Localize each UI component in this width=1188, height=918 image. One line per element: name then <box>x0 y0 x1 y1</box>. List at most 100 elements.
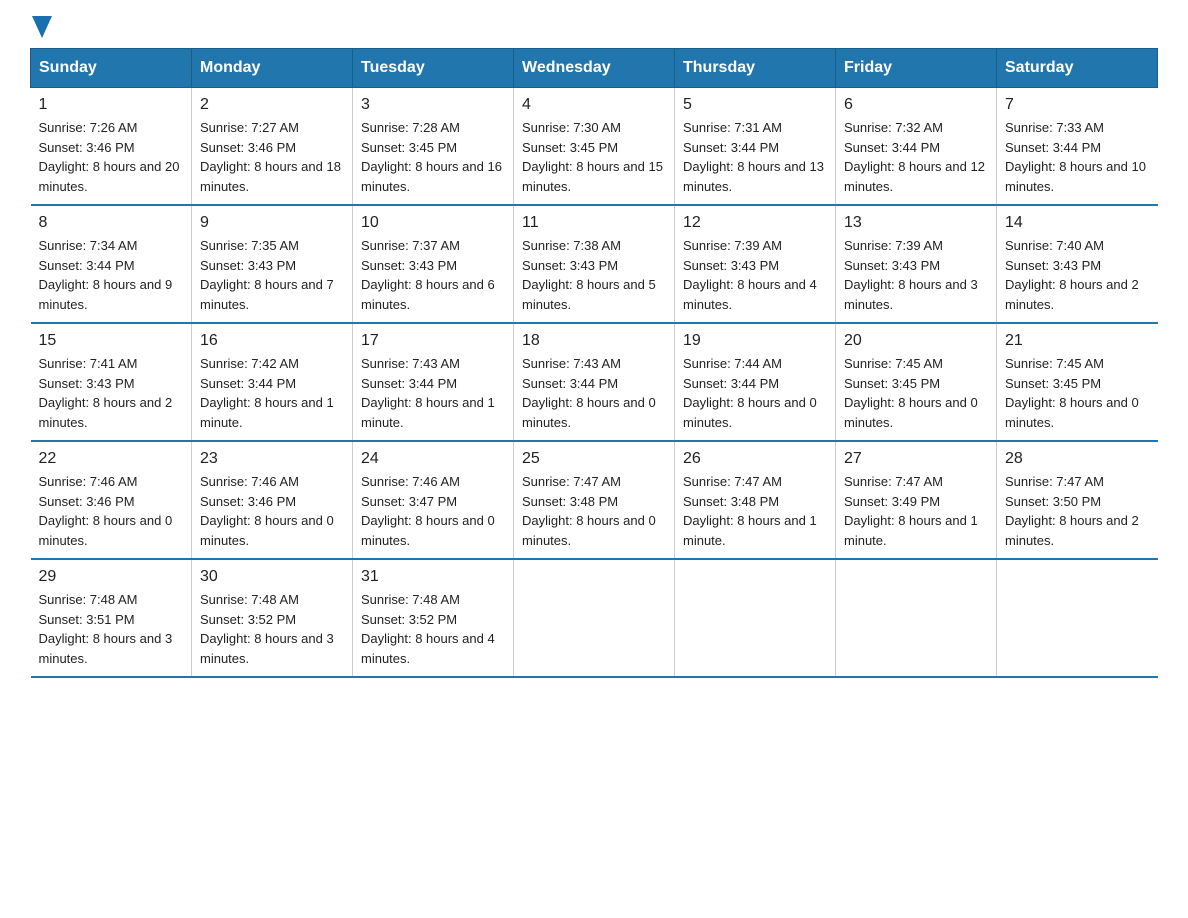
day-number: 15 <box>39 332 184 350</box>
day-info: Sunrise: 7:47 AMSunset: 3:49 PMDaylight:… <box>844 472 988 550</box>
day-number: 16 <box>200 332 344 350</box>
day-info: Sunrise: 7:42 AMSunset: 3:44 PMDaylight:… <box>200 354 344 432</box>
calendar-table: SundayMondayTuesdayWednesdayThursdayFrid… <box>30 48 1158 678</box>
day-info: Sunrise: 7:32 AMSunset: 3:44 PMDaylight:… <box>844 118 988 196</box>
day-info: Sunrise: 7:28 AMSunset: 3:45 PMDaylight:… <box>361 118 505 196</box>
day-info: Sunrise: 7:38 AMSunset: 3:43 PMDaylight:… <box>522 236 666 314</box>
calendar-cell: 8Sunrise: 7:34 AMSunset: 3:44 PMDaylight… <box>31 205 192 323</box>
calendar-cell: 27 Sunrise: 7:47 AMSunset: 3:49 PMDayligh… <box>836 441 997 559</box>
header-row: SundayMondayTuesdayWednesdayThursdayFrid… <box>31 49 1158 88</box>
calendar-cell <box>514 559 675 677</box>
day-info: Sunrise: 7:47 AMSunset: 3:48 PMDaylight:… <box>522 472 666 550</box>
calendar-cell: 4 Sunrise: 7:30 AMSunset: 3:45 PMDaylight… <box>514 88 675 206</box>
day-info: Sunrise: 7:46 AMSunset: 3:46 PMDaylight:… <box>200 472 344 550</box>
calendar-cell: 23 Sunrise: 7:46 AMSunset: 3:46 PMDayligh… <box>192 441 353 559</box>
day-info: Sunrise: 7:34 AMSunset: 3:44 PMDaylight:… <box>39 236 184 314</box>
calendar-cell: 2 Sunrise: 7:27 AMSunset: 3:46 PMDaylight… <box>192 88 353 206</box>
day-info: Sunrise: 7:47 AMSunset: 3:50 PMDaylight:… <box>1005 472 1150 550</box>
day-info: Sunrise: 7:43 AMSunset: 3:44 PMDaylight:… <box>522 354 666 432</box>
day-number: 17 <box>361 332 505 350</box>
logo <box>30 20 52 38</box>
calendar-cell: 28 Sunrise: 7:47 AMSunset: 3:50 PMDayligh… <box>997 441 1158 559</box>
calendar-cell <box>836 559 997 677</box>
calendar-cell: 14 Sunrise: 7:40 AMSunset: 3:43 PMDayligh… <box>997 205 1158 323</box>
day-info: Sunrise: 7:48 AMSunset: 3:52 PMDaylight:… <box>200 590 344 668</box>
day-number: 13 <box>844 214 988 232</box>
calendar-cell: 18 Sunrise: 7:43 AMSunset: 3:44 PMDayligh… <box>514 323 675 441</box>
logo-arrow-icon <box>32 16 52 38</box>
day-info: Sunrise: 7:33 AMSunset: 3:44 PMDaylight:… <box>1005 118 1150 196</box>
day-info: Sunrise: 7:43 AMSunset: 3:44 PMDaylight:… <box>361 354 505 432</box>
calendar-cell: 20 Sunrise: 7:45 AMSunset: 3:45 PMDayligh… <box>836 323 997 441</box>
day-number: 11 <box>522 214 666 232</box>
day-number: 6 <box>844 96 988 114</box>
day-number: 29 <box>39 568 184 586</box>
week-row-1: 1Sunrise: 7:26 AMSunset: 3:46 PMDaylight… <box>31 88 1158 206</box>
day-info: Sunrise: 7:46 AMSunset: 3:46 PMDaylight:… <box>39 472 184 550</box>
header-day-tuesday: Tuesday <box>353 49 514 88</box>
header-day-sunday: Sunday <box>31 49 192 88</box>
day-number: 26 <box>683 450 827 468</box>
day-number: 3 <box>361 96 505 114</box>
header-day-saturday: Saturday <box>997 49 1158 88</box>
calendar-cell: 1Sunrise: 7:26 AMSunset: 3:46 PMDaylight… <box>31 88 192 206</box>
calendar-cell: 25 Sunrise: 7:47 AMSunset: 3:48 PMDayligh… <box>514 441 675 559</box>
day-info: Sunrise: 7:31 AMSunset: 3:44 PMDaylight:… <box>683 118 827 196</box>
calendar-cell: 12Sunrise: 7:39 AMSunset: 3:43 PMDayligh… <box>675 205 836 323</box>
calendar-cell <box>675 559 836 677</box>
calendar-cell: 7 Sunrise: 7:33 AMSunset: 3:44 PMDaylight… <box>997 88 1158 206</box>
day-info: Sunrise: 7:40 AMSunset: 3:43 PMDaylight:… <box>1005 236 1150 314</box>
day-number: 9 <box>200 214 344 232</box>
day-number: 31 <box>361 568 505 586</box>
day-number: 22 <box>39 450 184 468</box>
calendar-cell: 17 Sunrise: 7:43 AMSunset: 3:44 PMDayligh… <box>353 323 514 441</box>
day-info: Sunrise: 7:44 AMSunset: 3:44 PMDaylight:… <box>683 354 827 432</box>
calendar-cell: 3 Sunrise: 7:28 AMSunset: 3:45 PMDaylight… <box>353 88 514 206</box>
header-day-thursday: Thursday <box>675 49 836 88</box>
day-number: 28 <box>1005 450 1150 468</box>
day-info: Sunrise: 7:46 AMSunset: 3:47 PMDaylight:… <box>361 472 505 550</box>
day-info: Sunrise: 7:45 AMSunset: 3:45 PMDaylight:… <box>844 354 988 432</box>
header-day-friday: Friday <box>836 49 997 88</box>
day-number: 1 <box>39 96 184 114</box>
week-row-3: 15 Sunrise: 7:41 AMSunset: 3:43 PMDayligh… <box>31 323 1158 441</box>
day-number: 4 <box>522 96 666 114</box>
day-number: 10 <box>361 214 505 232</box>
day-info: Sunrise: 7:35 AMSunset: 3:43 PMDaylight:… <box>200 236 344 314</box>
calendar-cell: 29 Sunrise: 7:48 AMSunset: 3:51 PMDayligh… <box>31 559 192 677</box>
calendar-cell: 5 Sunrise: 7:31 AMSunset: 3:44 PMDaylight… <box>675 88 836 206</box>
day-info: Sunrise: 7:27 AMSunset: 3:46 PMDaylight:… <box>200 118 344 196</box>
week-row-4: 22 Sunrise: 7:46 AMSunset: 3:46 PMDayligh… <box>31 441 1158 559</box>
calendar-cell: 10Sunrise: 7:37 AMSunset: 3:43 PMDayligh… <box>353 205 514 323</box>
day-number: 12 <box>683 214 827 232</box>
day-number: 27 <box>844 450 988 468</box>
week-row-2: 8Sunrise: 7:34 AMSunset: 3:44 PMDaylight… <box>31 205 1158 323</box>
calendar-cell: 19Sunrise: 7:44 AMSunset: 3:44 PMDayligh… <box>675 323 836 441</box>
calendar-body: 1Sunrise: 7:26 AMSunset: 3:46 PMDaylight… <box>31 88 1158 678</box>
calendar-cell: 30Sunrise: 7:48 AMSunset: 3:52 PMDayligh… <box>192 559 353 677</box>
day-info: Sunrise: 7:41 AMSunset: 3:43 PMDaylight:… <box>39 354 184 432</box>
day-number: 20 <box>844 332 988 350</box>
calendar-cell: 6 Sunrise: 7:32 AMSunset: 3:44 PMDaylight… <box>836 88 997 206</box>
day-info: Sunrise: 7:39 AMSunset: 3:43 PMDaylight:… <box>844 236 988 314</box>
day-number: 21 <box>1005 332 1150 350</box>
day-number: 18 <box>522 332 666 350</box>
calendar-cell: 31 Sunrise: 7:48 AMSunset: 3:52 PMDayligh… <box>353 559 514 677</box>
day-info: Sunrise: 7:48 AMSunset: 3:52 PMDaylight:… <box>361 590 505 668</box>
calendar-cell: 13 Sunrise: 7:39 AMSunset: 3:43 PMDayligh… <box>836 205 997 323</box>
day-number: 14 <box>1005 214 1150 232</box>
header-day-monday: Monday <box>192 49 353 88</box>
day-info: Sunrise: 7:48 AMSunset: 3:51 PMDaylight:… <box>39 590 184 668</box>
calendar-cell: 9 Sunrise: 7:35 AMSunset: 3:43 PMDaylight… <box>192 205 353 323</box>
day-number: 2 <box>200 96 344 114</box>
calendar-cell: 21Sunrise: 7:45 AMSunset: 3:45 PMDayligh… <box>997 323 1158 441</box>
day-number: 25 <box>522 450 666 468</box>
calendar-header: SundayMondayTuesdayWednesdayThursdayFrid… <box>31 49 1158 88</box>
calendar-cell: 26Sunrise: 7:47 AMSunset: 3:48 PMDayligh… <box>675 441 836 559</box>
day-info: Sunrise: 7:30 AMSunset: 3:45 PMDaylight:… <box>522 118 666 196</box>
calendar-cell: 11 Sunrise: 7:38 AMSunset: 3:43 PMDayligh… <box>514 205 675 323</box>
day-number: 23 <box>200 450 344 468</box>
day-number: 7 <box>1005 96 1150 114</box>
day-number: 5 <box>683 96 827 114</box>
header-day-wednesday: Wednesday <box>514 49 675 88</box>
